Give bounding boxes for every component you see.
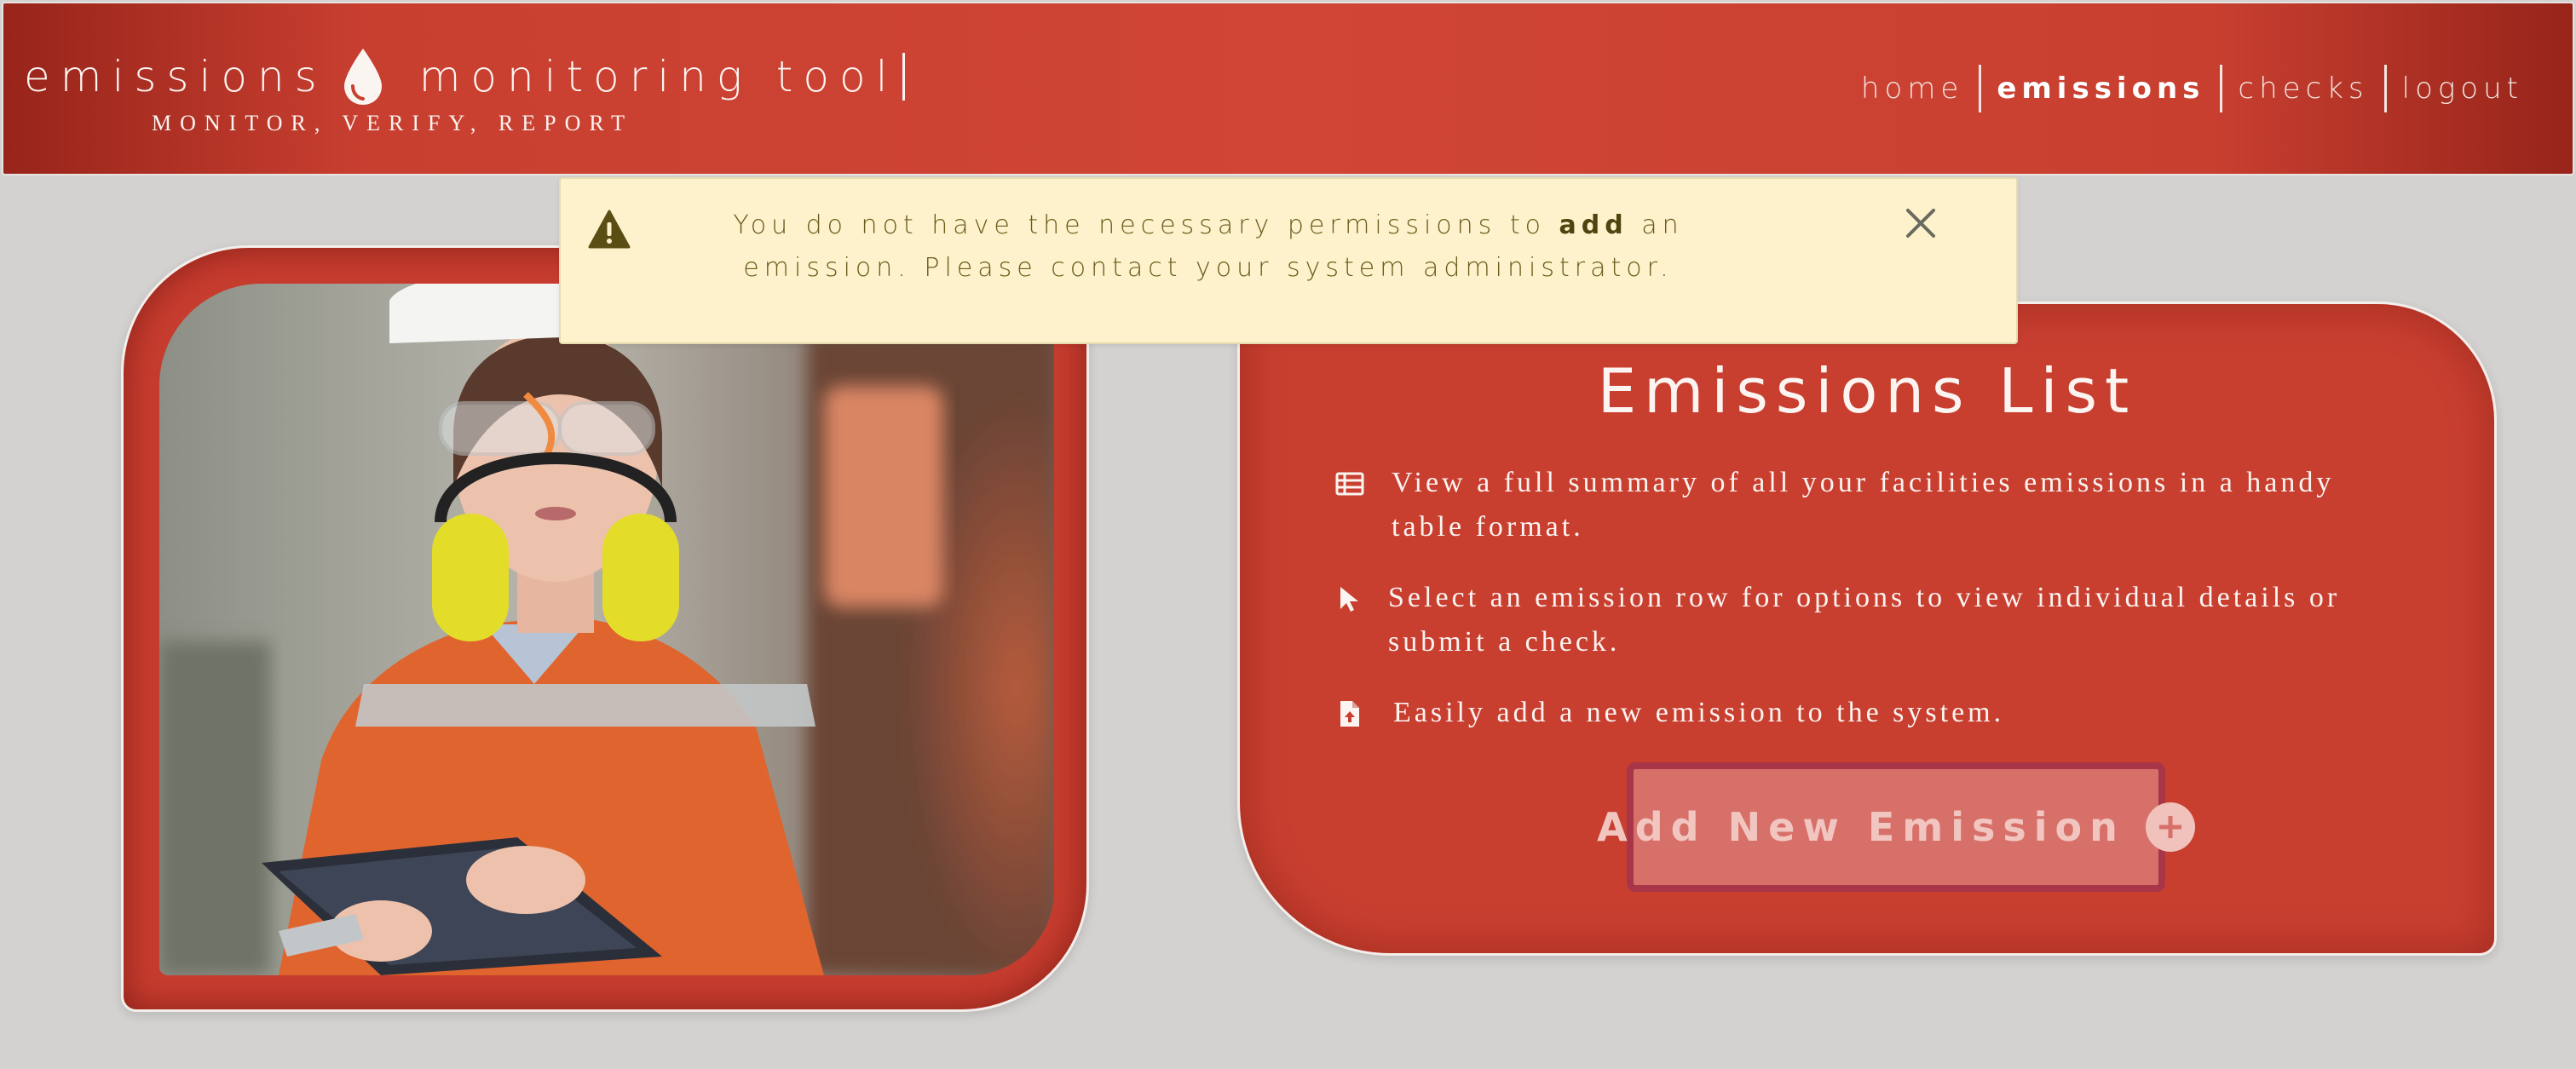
alert-text-bold: add: [1559, 210, 1628, 240]
feature-text: View a full summary of all your faciliti…: [1392, 467, 2335, 543]
brand-title-right: monitoring tool: [418, 52, 898, 101]
plus-circle-icon: [2145, 802, 2195, 852]
close-icon[interactable]: [1904, 206, 1938, 240]
brand-caret: [902, 53, 906, 101]
feature-item: Select an emission row for options to vi…: [1335, 576, 2409, 664]
add-new-emission-button[interactable]: Add New Emission: [1597, 762, 2195, 892]
nav-emissions[interactable]: emissions: [1981, 72, 2220, 106]
brand[interactable]: emissions monitoring tool MONITOR, VERIF…: [24, 44, 906, 136]
main-nav: home emissions checks logout: [1846, 65, 2539, 112]
table-icon: [1335, 472, 1364, 496]
file-upload-icon: [1340, 701, 1359, 727]
brand-title-left: emissions: [24, 52, 327, 101]
nav-logout[interactable]: logout: [2387, 72, 2539, 106]
cursor-icon: [1340, 587, 1358, 612]
photo-illustration: [159, 284, 1054, 975]
feature-item: View a full summary of all your faciliti…: [1335, 461, 2409, 549]
top-header: emissions monitoring tool MONITOR, VERIF…: [2, 2, 2574, 175]
alert-message: You do not have the necessary permission…: [654, 204, 1762, 290]
brand-tagline: MONITOR, VERIFY, REPORT: [152, 111, 634, 135]
nav-checks[interactable]: checks: [2222, 72, 2383, 106]
warning-icon: [588, 210, 631, 249]
brand-title: emissions monitoring tool: [24, 44, 906, 109]
alert-text-before: You do not have the necessary permission…: [733, 210, 1559, 240]
permission-alert: You do not have the necessary permission…: [559, 177, 2018, 344]
card-title: Emissions List: [1597, 355, 2137, 427]
droplet-icon: [343, 49, 382, 105]
worker-with-tablet-photo: [159, 284, 1054, 975]
feature-item: Easily add a new emission to the system.: [1335, 691, 2409, 735]
add-button-label: Add New Emission: [1597, 804, 2125, 850]
emissions-list-card: Emissions List View a full summary of al…: [1237, 302, 2497, 956]
feature-text: Select an emission row for options to vi…: [1388, 582, 2341, 658]
photo-card: [121, 245, 1089, 1012]
nav-home[interactable]: home: [1846, 72, 1979, 106]
feature-text: Easily add a new emission to the system.: [1393, 697, 2005, 728]
